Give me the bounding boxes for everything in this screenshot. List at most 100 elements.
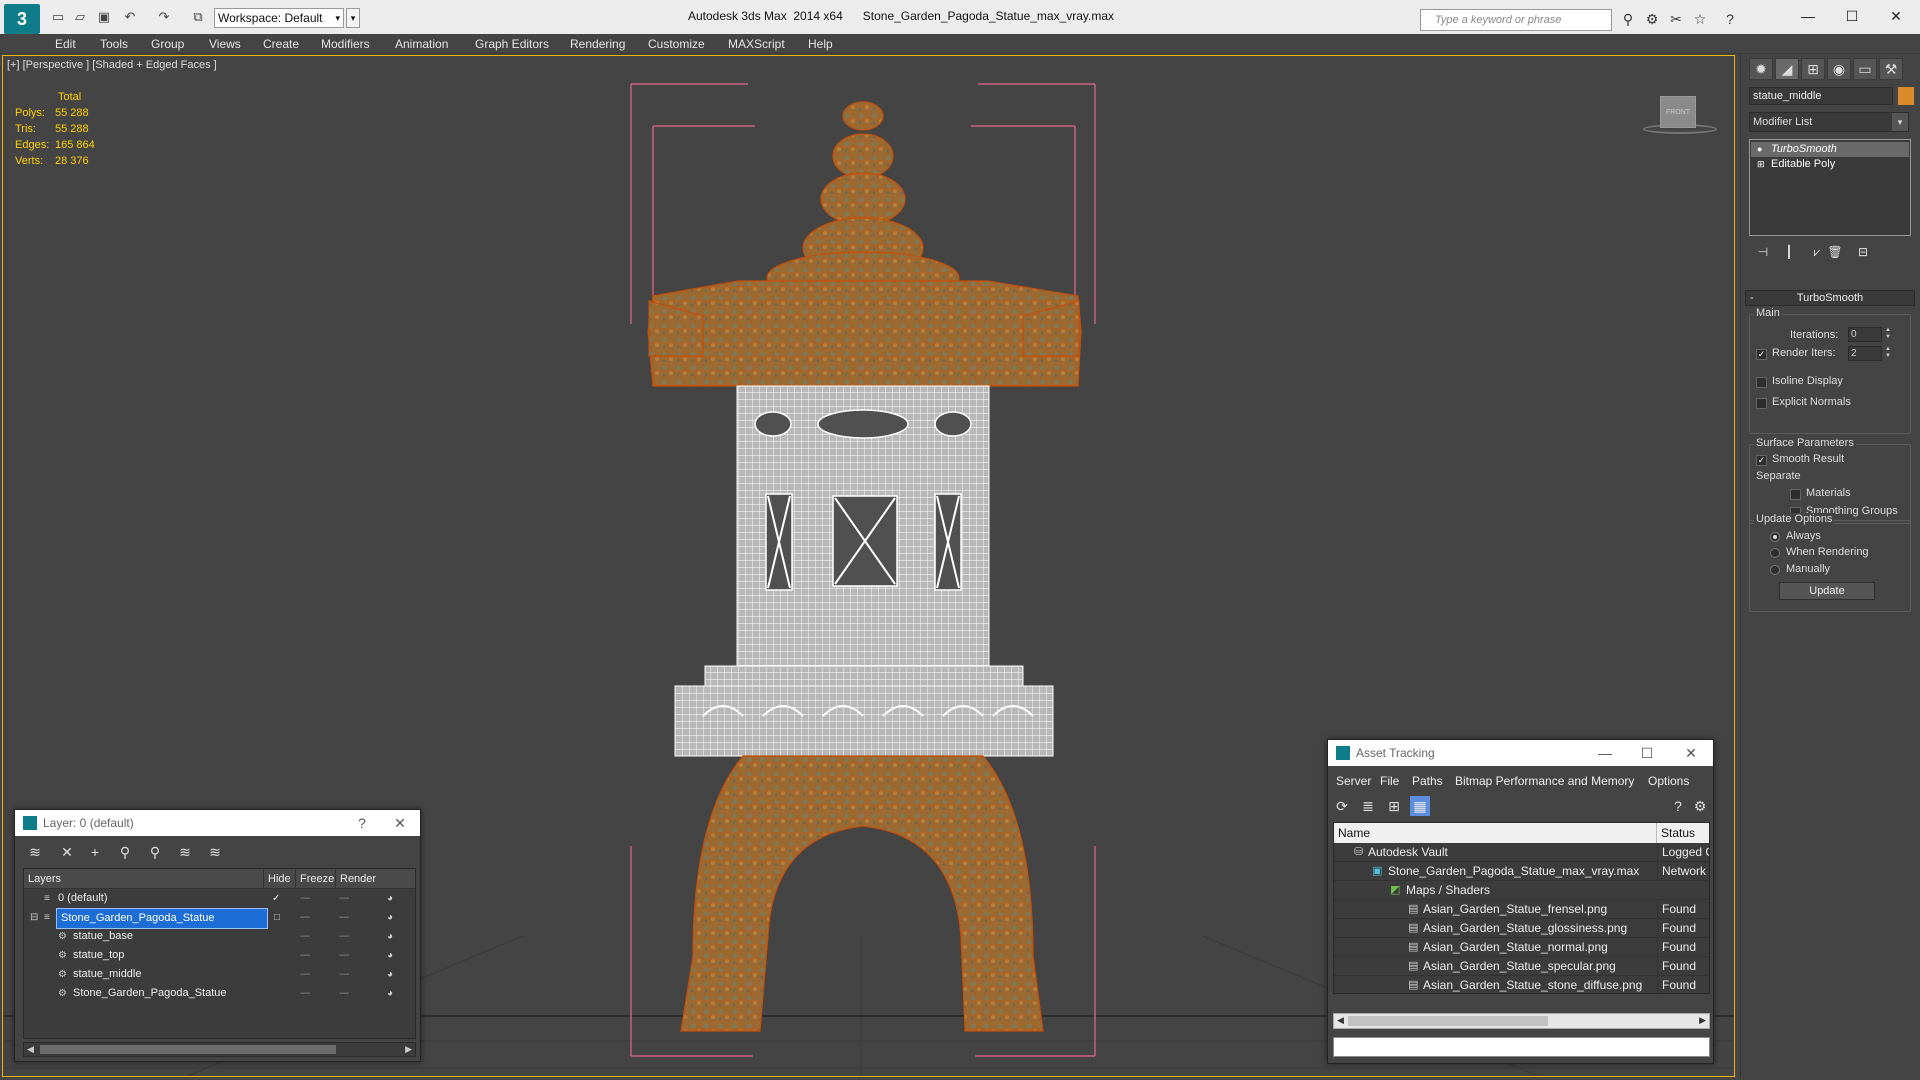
menu-maxscript[interactable]: MAXScript bbox=[728, 37, 785, 51]
remove-modifier-icon[interactable]: 🗑 bbox=[1825, 243, 1845, 261]
menu-help[interactable]: Help bbox=[808, 37, 833, 51]
table-view-icon[interactable]: ▦ bbox=[1410, 796, 1430, 816]
menu-animation[interactable]: Animation bbox=[395, 37, 448, 51]
layer-dialog-titlebar[interactable]: Layer: 0 (default) ? ✕ bbox=[15, 810, 420, 836]
undo-icon[interactable]: ↶ bbox=[122, 10, 138, 24]
render-teapot-icon[interactable]: ◕ bbox=[387, 889, 393, 908]
menu-paths[interactable]: Paths bbox=[1412, 774, 1443, 788]
freeze-toggle[interactable]: ---- bbox=[339, 984, 349, 1003]
chevron-right-icon[interactable]: ▶ bbox=[1699, 1015, 1706, 1026]
app-logo-button[interactable]: 3 bbox=[4, 4, 40, 34]
column-render[interactable]: Render bbox=[336, 869, 415, 889]
hierarchy-tab-icon[interactable]: ⊞ bbox=[1801, 58, 1825, 80]
favorites-star-icon[interactable]: ☆ bbox=[1690, 10, 1710, 28]
menu-group[interactable]: Group bbox=[151, 37, 184, 51]
close-button[interactable]: ✕ bbox=[1673, 740, 1709, 766]
iterations-spinner[interactable]: 0 bbox=[1848, 327, 1882, 342]
freeze-toggle[interactable]: ---- bbox=[339, 889, 349, 908]
always-radio[interactable] bbox=[1770, 532, 1780, 542]
maximize-button[interactable]: ☐ bbox=[1629, 740, 1665, 766]
render-iters-checkbox[interactable]: ✓ bbox=[1756, 349, 1767, 360]
expand-plus-icon[interactable]: ⊞ bbox=[1757, 157, 1765, 172]
stack-item-turbosmooth[interactable]: ● TurboSmooth bbox=[1751, 142, 1909, 157]
when-rendering-radio[interactable] bbox=[1770, 548, 1780, 558]
column-status[interactable]: Status bbox=[1657, 823, 1709, 843]
delete-layer-icon[interactable]: ✕ bbox=[57, 842, 77, 862]
close-button[interactable]: ✕ bbox=[1876, 4, 1916, 28]
active-check-icon[interactable]: ✓ bbox=[272, 889, 280, 908]
asset-row[interactable]: ▤ Asian_Garden_Statue_specular.png Found bbox=[1334, 957, 1709, 976]
manually-radio[interactable] bbox=[1770, 565, 1780, 575]
new-file-icon[interactable]: ▭ bbox=[50, 10, 66, 24]
open-file-icon[interactable]: ▱ bbox=[72, 10, 88, 24]
current-layer-icon[interactable]: □ bbox=[274, 908, 280, 927]
layer-row[interactable]: ⚙ statue_middle ---- ---- ◕ bbox=[24, 965, 415, 984]
chevron-left-icon[interactable]: ◀ bbox=[27, 1044, 34, 1055]
create-layer-icon[interactable]: ≋ bbox=[25, 842, 45, 862]
layer-row[interactable]: ⚙ Stone_Garden_Pagoda_Statue ---- ---- ◕ bbox=[24, 984, 415, 1003]
project-folder-icon[interactable]: ⧉ bbox=[190, 10, 206, 24]
subscription-icon[interactable]: ⚙ bbox=[1642, 10, 1662, 28]
list-view-icon[interactable]: ≣ bbox=[1358, 796, 1378, 816]
layer-row[interactable]: ⚙ statue_top ---- ---- ◕ bbox=[24, 946, 415, 965]
utilities-tab-hammer-icon[interactable]: ⚒ bbox=[1879, 58, 1903, 80]
render-teapot-icon[interactable]: ◕ bbox=[387, 965, 393, 984]
menu-create[interactable]: Create bbox=[263, 37, 299, 51]
update-button[interactable]: Update bbox=[1779, 582, 1875, 600]
hide-toggle[interactable]: ---- bbox=[300, 946, 310, 965]
menu-bitmap-performance[interactable]: Bitmap Performance and Memory bbox=[1455, 774, 1634, 788]
pin-stack-icon[interactable]: ⊣ bbox=[1753, 243, 1773, 261]
column-hide[interactable]: Hide bbox=[264, 869, 296, 889]
create-tab-sun-icon[interactable]: ✹ bbox=[1749, 58, 1773, 80]
viewcube[interactable]: FRONT bbox=[1660, 96, 1696, 128]
layer-horizontal-scrollbar[interactable]: ◀ ▶ bbox=[23, 1042, 416, 1057]
select-objects-icon[interactable]: ⚲ bbox=[115, 842, 135, 862]
layer-row[interactable]: ⚙ statue_base ---- ---- ◕ bbox=[24, 927, 415, 946]
help-button[interactable]: ? bbox=[344, 810, 380, 836]
highlight-layer-icon[interactable]: ⚲ bbox=[145, 842, 165, 862]
show-end-result-icon[interactable]: ┃ bbox=[1779, 243, 1799, 261]
thumbnail-view-icon[interactable]: ⊞ bbox=[1384, 796, 1404, 816]
asset-row[interactable]: ▤ Asian_Garden_Statue_normal.png Found bbox=[1334, 938, 1709, 957]
quick-access-dropdown[interactable]: ▾ bbox=[346, 8, 360, 28]
menu-graph-editors[interactable]: Graph Editors bbox=[475, 37, 549, 51]
asset-row[interactable]: ▣ Stone_Garden_Pagoda_Statue_max_vray.ma… bbox=[1334, 862, 1709, 881]
search-input[interactable]: Type a keyword or phrase bbox=[1420, 9, 1612, 31]
freeze-toggle[interactable]: ---- bbox=[339, 965, 349, 984]
smooth-result-checkbox[interactable]: ✓ bbox=[1756, 455, 1767, 466]
render-teapot-icon[interactable]: ◕ bbox=[387, 984, 393, 1003]
help-icon[interactable]: ? bbox=[1720, 10, 1740, 28]
menu-server[interactable]: Server bbox=[1336, 774, 1371, 788]
minimize-button[interactable]: — bbox=[1788, 4, 1828, 28]
viewport-label[interactable]: [+] [Perspective ] [Shaded + Edged Faces… bbox=[7, 59, 217, 71]
freeze-all-layers-icon[interactable]: ≋ bbox=[205, 842, 225, 862]
spinner-arrows-icon[interactable]: ▲ ▼ bbox=[1884, 346, 1892, 361]
column-layers[interactable]: Layers bbox=[24, 869, 264, 889]
asset-dialog-titlebar[interactable]: Asset Tracking — ☐ ✕ bbox=[1328, 740, 1713, 766]
modifier-list-dropdown[interactable]: Modifier List ▾ bbox=[1749, 112, 1909, 132]
collapse-minus-icon[interactable]: ⊟ bbox=[30, 908, 38, 927]
add-to-layer-icon[interactable]: + bbox=[85, 842, 105, 862]
chevron-right-icon[interactable]: ▶ bbox=[405, 1044, 412, 1055]
asset-row[interactable]: ▤ Asian_Garden_Statue_glossiness.png Fou… bbox=[1334, 919, 1709, 938]
asset-row[interactable]: ▤ Asian_Garden_Statue_frensel.png Found bbox=[1334, 900, 1709, 919]
menu-customize[interactable]: Customize bbox=[648, 37, 705, 51]
menu-options[interactable]: Options bbox=[1648, 774, 1689, 788]
workspace-select[interactable]: Workspace: Default ▾ bbox=[214, 8, 344, 28]
menu-edit[interactable]: Edit bbox=[55, 37, 76, 51]
minimize-button[interactable]: — bbox=[1587, 740, 1623, 766]
communication-icon[interactable]: ✂ bbox=[1666, 10, 1686, 28]
menu-tools[interactable]: Tools bbox=[100, 37, 128, 51]
lightbulb-icon[interactable]: ● bbox=[1757, 142, 1762, 157]
menu-modifiers[interactable]: Modifiers bbox=[321, 37, 370, 51]
hide-all-layers-icon[interactable]: ≋ bbox=[175, 842, 195, 862]
hide-toggle[interactable]: ---- bbox=[300, 889, 310, 908]
hide-toggle[interactable]: ---- bbox=[300, 908, 310, 927]
maximize-button[interactable]: ☐ bbox=[1832, 4, 1872, 28]
chevron-left-icon[interactable]: ◀ bbox=[1337, 1015, 1344, 1026]
hide-toggle[interactable]: ---- bbox=[300, 984, 310, 1003]
motion-tab-icon[interactable]: ◉ bbox=[1827, 58, 1851, 80]
materials-checkbox[interactable] bbox=[1790, 489, 1801, 500]
redo-icon[interactable]: ↷ bbox=[156, 10, 172, 24]
render-teapot-icon[interactable]: ◕ bbox=[387, 946, 393, 965]
